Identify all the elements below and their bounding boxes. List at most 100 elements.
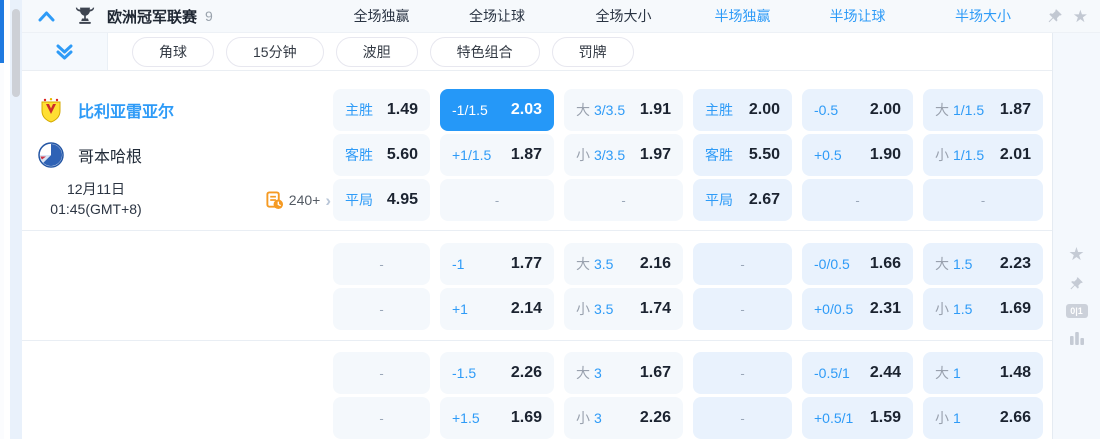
market-column-header[interactable]: 全场让球: [440, 6, 554, 26]
bet-line-label: 客胜: [345, 147, 373, 163]
odds-value: 2.00: [748, 101, 780, 118]
odds-value: 5.60: [386, 146, 418, 163]
market-tab[interactable]: 角球: [132, 36, 214, 67]
home-team-row[interactable]: 比利亚雷亚尔: [22, 89, 333, 131]
bet-line-label: -1/1.5: [452, 102, 488, 118]
bet-line-label: 主胜: [345, 102, 373, 118]
odds-cell[interactable]: 小 1/1.5 2.01: [923, 134, 1043, 176]
odds-cell[interactable]: -0/0.5 1.66: [802, 243, 913, 285]
score-badge[interactable]: 0|1: [1065, 304, 1088, 318]
league-header: 欧洲冠军联赛 9 全场独赢 全场让球 全场大小 半场独赢 半场让球 半场大小 ★: [22, 0, 1100, 33]
odds-cell[interactable]: 小 3 2.26: [564, 397, 683, 439]
favorite-match-star-icon[interactable]: ★: [1068, 245, 1084, 263]
bet-line-label: 3: [594, 410, 602, 426]
odds-cell[interactable]: 主胜 1.49: [333, 89, 430, 131]
odds-cell[interactable]: -1/1.5 2.03: [440, 89, 554, 131]
odds-cell[interactable]: 客胜 5.60: [333, 134, 430, 176]
market-tab[interactable]: 罚牌: [551, 36, 634, 67]
match-odds-grid: 主胜 1.49 -1/1.5 2.03 大 3/3.5 1.91 主胜 2.00 -0.5 2.00…: [333, 89, 1043, 221]
odds-cell[interactable]: +1.5 1.69: [440, 397, 554, 439]
bet-line-label: +0/0.5: [814, 301, 854, 317]
odds-cell[interactable]: +1 2.14: [440, 288, 554, 330]
match-section: 比利亚雷亚尔 哥本哈根 12月11日 01:45(GMT+8) 240+ › 主…: [22, 72, 1052, 231]
odds-table: 比利亚雷亚尔 哥本哈根 12月11日 01:45(GMT+8) 240+ › 主…: [22, 72, 1052, 439]
ou-direction-label: 小: [935, 410, 949, 426]
odds-value: 2.67: [748, 191, 780, 208]
right-rail: ★ 0|1: [1052, 33, 1100, 439]
ou-direction-label: 小: [935, 301, 949, 317]
odds-cell[interactable]: 小 3.5 1.74: [564, 288, 683, 330]
odds-cell[interactable]: +0.5/1 1.59: [802, 397, 913, 439]
odds-cell-empty: -: [333, 288, 430, 330]
odds-cell[interactable]: 平局 4.95: [333, 179, 430, 221]
odds-value: 1.74: [639, 300, 671, 317]
ou-direction-label: 大: [935, 365, 949, 381]
odds-cell[interactable]: -0.5 2.00: [802, 89, 913, 131]
odds-cell-empty: -: [440, 179, 554, 221]
odds-row: 主胜 1.49 -1/1.5 2.03 大 3/3.5 1.91 主胜 2.00 -0.5 2.00…: [333, 89, 1043, 131]
ou-direction-label: 小: [576, 410, 590, 426]
pin-match-icon[interactable]: [1069, 276, 1084, 291]
odds-cell[interactable]: 小 1.5 1.69: [923, 288, 1043, 330]
odds-cell[interactable]: -0.5/1 2.44: [802, 352, 913, 394]
odds-cell-empty: -: [693, 352, 792, 394]
market-tab[interactable]: 波胆: [335, 36, 418, 67]
odds-cell[interactable]: +0.5 1.90: [802, 134, 913, 176]
stats-chart-icon[interactable]: [1069, 331, 1085, 345]
odds-cell[interactable]: -1.5 2.26: [440, 352, 554, 394]
market-column-header[interactable]: 全场大小: [564, 6, 683, 26]
odds-cell[interactable]: 大 3/3.5 1.91: [564, 89, 683, 131]
odds-value: 1.87: [510, 146, 542, 163]
odds-cell[interactable]: 大 3 1.67: [564, 352, 683, 394]
odds-value: 2.31: [869, 300, 901, 317]
alt-lines-section-1: - -1 1.77 大 3.5 2.16- -0/0.5 1.66 大 1.5 2.23- +1 2.1…: [22, 231, 1052, 341]
odds-row: - -1 1.77 大 3.5 2.16- -0/0.5 1.66 大 1.5 2.23: [333, 243, 1043, 285]
bet-line-label: 1/1.5: [953, 147, 985, 163]
bet-line-label: 客胜: [705, 147, 733, 163]
ou-direction-label: 小: [935, 147, 949, 163]
odds-cell[interactable]: 大 3.5 2.16: [564, 243, 683, 285]
market-tab[interactable]: 特色组合: [429, 36, 540, 67]
inner-scrollbar-thumb[interactable]: [12, 9, 20, 97]
odds-cell[interactable]: 客胜 5.50: [693, 134, 792, 176]
odds-value: 1.59: [869, 409, 901, 426]
inner-scrollbar[interactable]: [10, 0, 22, 439]
ou-direction-label: 大: [576, 102, 590, 118]
odds-cell[interactable]: +1/1.5 1.87: [440, 134, 554, 176]
odds-value: 4.95: [386, 191, 418, 208]
bet-line-label: -1.5: [452, 365, 477, 381]
market-column-header[interactable]: 半场大小: [923, 6, 1043, 26]
odds-cell-empty: -: [333, 397, 430, 439]
odds-cell[interactable]: +0/0.5 2.31: [802, 288, 913, 330]
favorite-league-star-icon[interactable]: ★: [1073, 8, 1088, 25]
odds-cell[interactable]: 小 1 2.66: [923, 397, 1043, 439]
odds-cell[interactable]: 大 1 1.48: [923, 352, 1043, 394]
market-column-header[interactable]: 半场独赢: [693, 6, 792, 26]
bet-line-label: +1: [452, 301, 468, 317]
outer-scrollbar[interactable]: [0, 0, 4, 439]
odds-row: 平局 4.95- - 平局 2.67- -: [333, 179, 1043, 221]
away-team-row[interactable]: 哥本哈根: [22, 134, 333, 176]
odds-cell[interactable]: 主胜 2.00: [693, 89, 792, 131]
odds-cell[interactable]: 大 1.5 2.23: [923, 243, 1043, 285]
odds-cell-empty: -: [802, 179, 913, 221]
odds-value: 1.77: [510, 255, 542, 272]
odds-value: 2.14: [510, 300, 542, 317]
bet-line-label: -0/0.5: [814, 256, 850, 272]
alt-lines-spacer: [22, 243, 333, 330]
market-tab[interactable]: 15分钟: [226, 36, 324, 67]
odds-value: 2.66: [999, 409, 1031, 426]
odds-cell[interactable]: 平局 2.67: [693, 179, 792, 221]
ou-direction-label: 大: [576, 365, 590, 381]
market-column-header[interactable]: 半场让球: [802, 6, 913, 26]
outer-scrollbar-thumb[interactable]: [0, 0, 4, 63]
ou-direction-label: 大: [935, 102, 949, 118]
odds-cell[interactable]: 小 3/3.5 1.97: [564, 134, 683, 176]
expand-all-button[interactable]: [22, 33, 108, 70]
more-markets-button[interactable]: 240+ ›: [265, 190, 331, 210]
market-column-header[interactable]: 全场独赢: [333, 6, 430, 26]
odds-cell[interactable]: -1 1.77: [440, 243, 554, 285]
collapse-league-button[interactable]: [38, 11, 55, 22]
pin-league-icon[interactable]: [1047, 8, 1063, 24]
odds-cell[interactable]: 大 1/1.5 1.87: [923, 89, 1043, 131]
